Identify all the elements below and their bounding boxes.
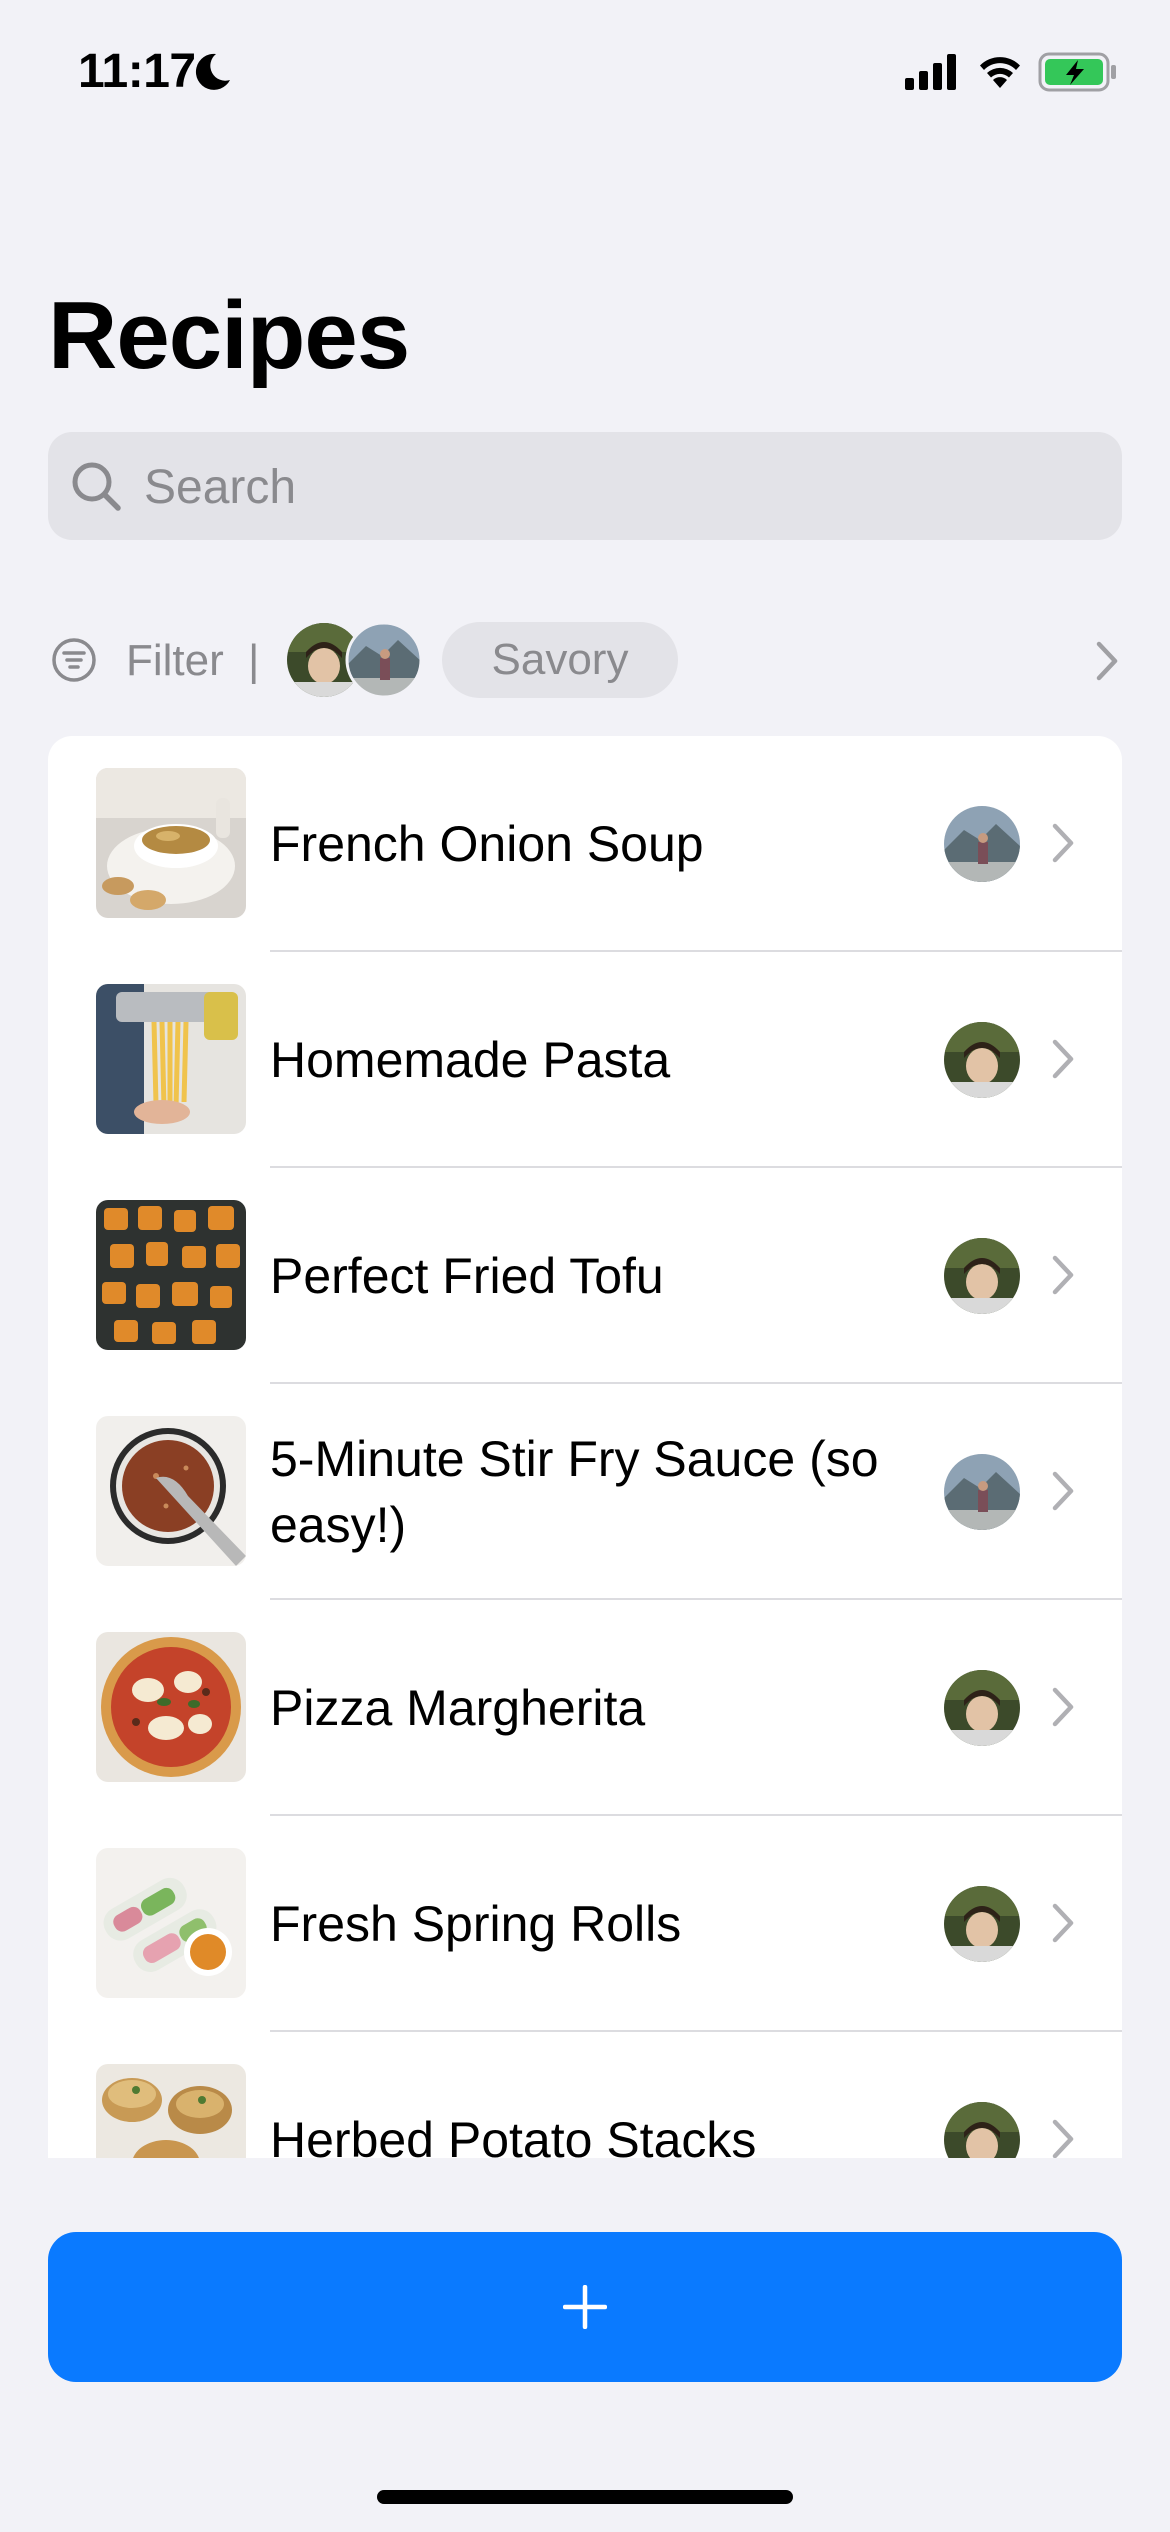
recipe-name: Perfect Fried Tofu (270, 1248, 664, 1304)
add-recipe-button[interactable] (48, 2232, 1122, 2382)
user-avatar-2 (944, 806, 1020, 882)
chevron-right-icon (1052, 1903, 1074, 1943)
chevron-right-icon (1052, 1255, 1074, 1295)
recipe-thumbnail (96, 1200, 246, 1350)
filter-button[interactable]: Filter (126, 636, 224, 686)
chevron-right-icon (1052, 2119, 1074, 2158)
status-bar: 11:17 (0, 0, 1170, 150)
recipe-name: Pizza Margherita (270, 1680, 646, 1736)
chevron-right-icon (1052, 1039, 1074, 1079)
page-title: Recipes (48, 282, 410, 389)
chevron-right-icon[interactable] (1094, 640, 1120, 682)
recipe-row[interactable]: Perfect Fried Tofu (48, 1168, 1122, 1384)
plus-icon (563, 2285, 607, 2329)
user-avatar-2 (944, 1454, 1020, 1530)
recipe-name: Homemade Pasta (270, 1032, 671, 1088)
recipe-thumbnail (96, 984, 246, 1134)
recipe-name: 5-Minute Stir Fry Sauce (so easy!) (270, 1431, 879, 1553)
user-avatar-1 (944, 1670, 1020, 1746)
filter-icon[interactable] (50, 636, 98, 684)
recipe-thumbnail (96, 1416, 246, 1566)
chevron-right-icon (1052, 823, 1074, 863)
recipe-name: French Onion Soup (270, 816, 704, 872)
search-icon (72, 462, 121, 511)
user-avatar-1 (944, 1238, 1020, 1314)
recipe-name: Herbed Potato Stacks (270, 2112, 757, 2158)
user-avatar-1 (944, 2102, 1020, 2158)
recipe-row[interactable]: Homemade Pasta (48, 952, 1122, 1168)
recipe-row[interactable]: Fresh Spring Rolls (48, 1816, 1122, 2032)
search-bar[interactable] (48, 432, 1122, 542)
recipe-row[interactable]: Pizza Margherita (48, 1600, 1122, 1816)
user-avatar-1 (944, 1886, 1020, 1962)
recipe-thumbnail (96, 1848, 246, 1998)
filter-row: Filter | Savory (0, 610, 1170, 710)
recipe-thumbnail (96, 2064, 246, 2158)
filter-chip-savory[interactable]: Savory (442, 622, 678, 698)
recipe-row[interactable]: French Onion Soup (48, 736, 1122, 952)
cellular-signal-icon (905, 54, 956, 90)
wifi-icon (980, 57, 1020, 88)
chevron-right-icon (1052, 1471, 1074, 1511)
filter-separator: | (248, 636, 260, 685)
user-filter-avatars[interactable] (286, 622, 422, 698)
home-indicator[interactable] (377, 2490, 793, 2504)
recipe-row[interactable]: 5-Minute Stir Fry Sauce (so easy!) (48, 1384, 1122, 1600)
chevron-right-icon (1052, 1687, 1074, 1727)
recipe-thumbnail (96, 1632, 246, 1782)
battery-charging-icon (1038, 52, 1116, 92)
recipe-name: Fresh Spring Rolls (270, 1896, 682, 1952)
search-input[interactable] (142, 432, 1046, 542)
recipe-row[interactable]: Herbed Potato Stacks (48, 2032, 1122, 2158)
recipe-list: French Onion Soup Homemade Pasta Perfect… (48, 736, 1122, 2158)
recipe-thumbnail (96, 768, 246, 918)
moon-icon (195, 53, 230, 90)
user-avatar-1 (944, 1022, 1020, 1098)
status-time: 11:17 (78, 45, 196, 98)
